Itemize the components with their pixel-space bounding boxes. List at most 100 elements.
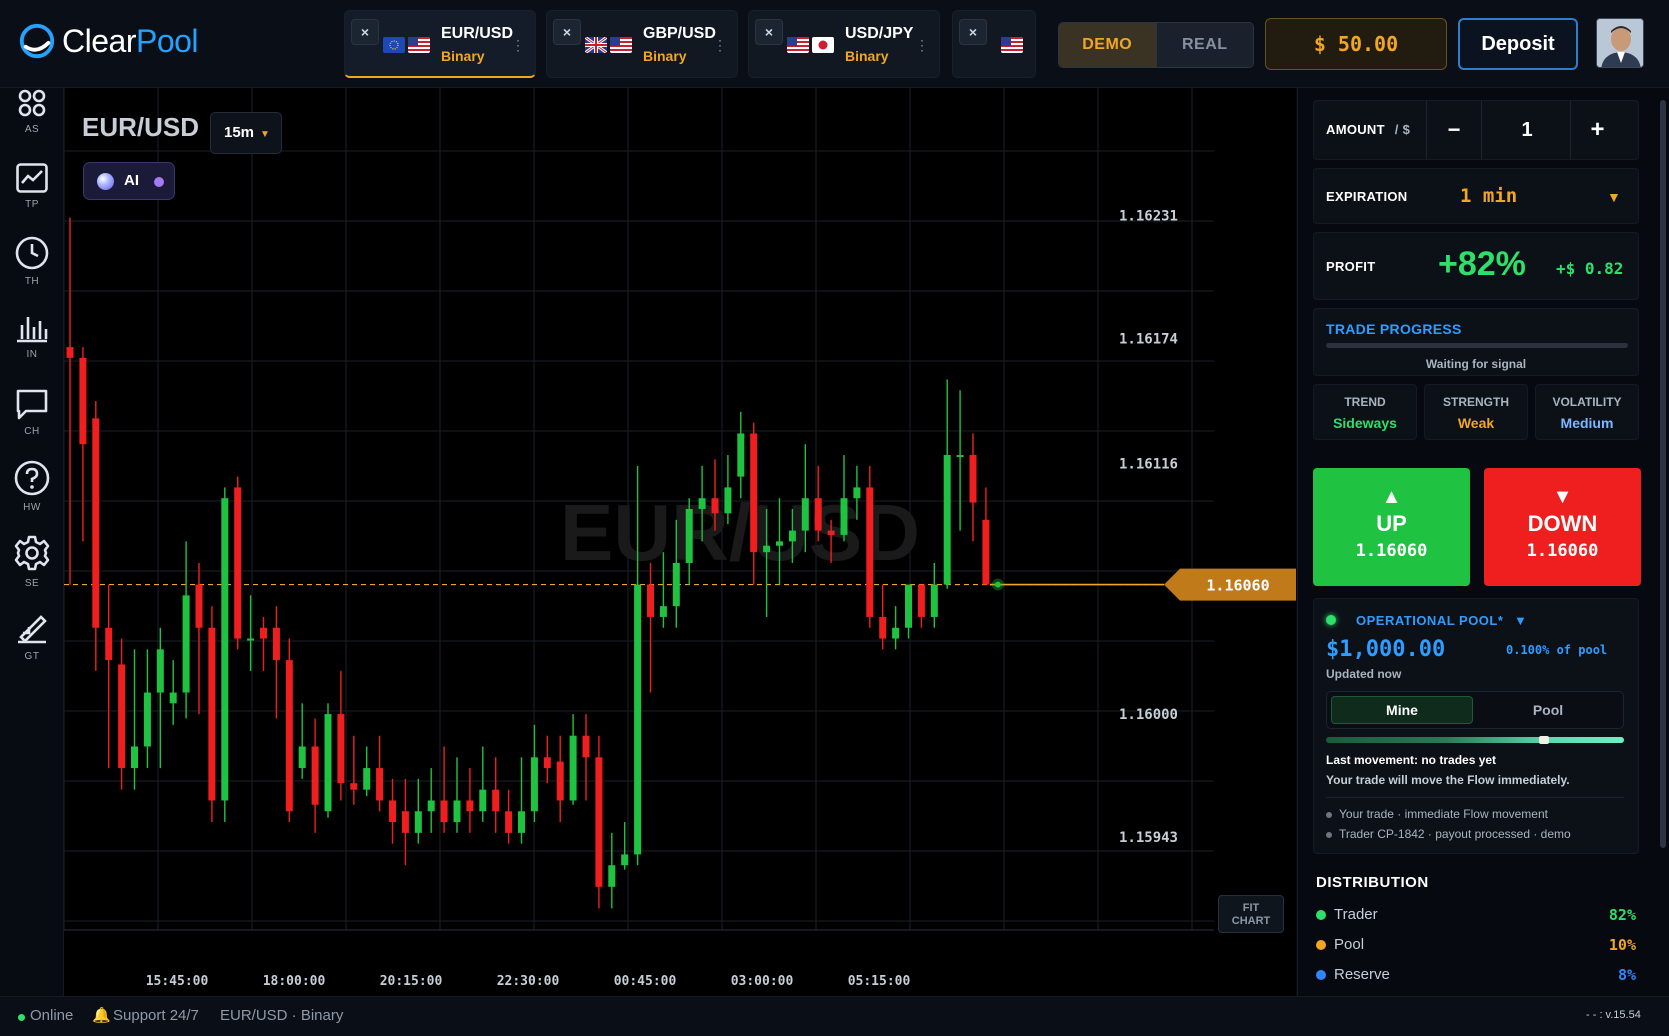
bullet-icon <box>1326 811 1332 818</box>
sidebar-item-how-it-works[interactable]: HW <box>0 460 64 533</box>
candle-up <box>905 584 912 628</box>
candle-up <box>221 498 229 801</box>
price-chart-area[interactable]: EUR/USD 1.16231 1.16174 1.16116 1.16000 1.159… <box>64 88 1296 996</box>
flow-bar <box>1326 736 1624 744</box>
expiration-value[interactable]: 1 min <box>1460 185 1517 207</box>
candle-up <box>763 545 771 553</box>
sidebar-item-trade-history[interactable]: TH <box>0 236 64 308</box>
trade-progress-status: Waiting for signal <box>1425 357 1527 371</box>
panel-scrollbar[interactable] <box>1660 100 1666 848</box>
timeframe-select[interactable]: 15m ▼ <box>210 112 282 154</box>
tab-eur-usd[interactable]: × EUR/USD Binary ⋮ <box>344 10 536 78</box>
candle-up <box>427 800 435 812</box>
tab-close-button[interactable]: × <box>351 19 379 45</box>
candle-up <box>634 584 642 855</box>
tab-menu-icon[interactable]: ⋮ <box>713 37 727 54</box>
tab-close-button[interactable]: × <box>959 19 987 45</box>
sidebar-label: GT <box>24 651 40 662</box>
tab-menu-icon[interactable]: ⋮ <box>915 37 929 54</box>
balance-display[interactable]: $ 50.00 <box>1265 18 1447 70</box>
down-button[interactable]: ▼ DOWN 1.16060 <box>1484 468 1641 586</box>
amount-decrease-button[interactable]: − <box>1426 101 1482 159</box>
x-tick-label: 22:30:00 <box>497 974 560 989</box>
expiration-box[interactable]: EXPIRATION 1 min ▼ <box>1313 168 1639 224</box>
pool-chevron-down-icon[interactable]: ▼ <box>1514 613 1527 628</box>
candle-up <box>453 800 461 823</box>
x-tick-label: 05:15:00 <box>848 974 911 989</box>
candle-up <box>608 865 616 887</box>
avatar[interactable] <box>1596 18 1644 68</box>
trade-progress-title: TRADE PROGRESS <box>1326 321 1462 337</box>
candle-up <box>776 541 783 546</box>
tab-close-button[interactable]: × <box>755 19 783 45</box>
x-tick-label: 18:00:00 <box>263 974 326 989</box>
ai-label: AI <box>124 172 139 189</box>
demo-mode-button[interactable]: DEMO <box>1059 23 1156 67</box>
arrow-down-icon: ▼ <box>1552 486 1573 508</box>
candle-down <box>285 660 293 812</box>
candle-down <box>582 735 590 758</box>
up-button[interactable]: ▲ UP 1.16060 <box>1313 468 1470 586</box>
eu-flag-icon <box>383 37 405 53</box>
app-root: ClearPool × EUR/USD Binary ⋮ × GBP/USD B… <box>0 0 1669 1036</box>
distribution-value: 10% <box>1608 936 1636 954</box>
x-tick-label: 20:15:00 <box>380 974 443 989</box>
pool-tab-pool[interactable]: Pool <box>1477 696 1619 724</box>
distribution-label: Reserve <box>1334 966 1390 983</box>
candle-up <box>414 811 422 833</box>
amount-input[interactable]: 1 <box>1484 101 1570 159</box>
profit-label: PROFIT <box>1326 259 1376 274</box>
trade-panel: AMOUNT / $ − 1 + EXPIRATION 1 min ▼ PROF… <box>1297 88 1669 996</box>
candle-up <box>943 455 951 585</box>
candle-up <box>143 692 151 747</box>
amount-increase-button[interactable]: + <box>1570 101 1624 159</box>
sidebar-item-settings[interactable]: SE <box>0 535 64 608</box>
candle-down <box>595 757 603 887</box>
clock-icon <box>15 236 49 270</box>
candle-down <box>543 757 551 769</box>
sidebar-item-trade-panel[interactable]: TP <box>0 163 64 233</box>
user-avatar-icon <box>1597 19 1643 67</box>
amount-label: AMOUNT / $ <box>1326 122 1410 137</box>
candle-up <box>892 627 900 639</box>
candlestick-chart[interactable]: EUR/USD 1.16231 1.16174 1.16116 1.16000 1.159… <box>64 88 1296 996</box>
candle-up <box>621 854 629 866</box>
support-link[interactable]: Support 24/7 <box>113 1007 199 1024</box>
sidebar-item-chat[interactable]: CH <box>0 388 64 458</box>
uk-flag-icon <box>585 37 607 53</box>
candle-up <box>672 562 680 607</box>
strength-indicator: STRENGTH Weak <box>1424 384 1528 440</box>
fit-chart-button[interactable]: FIT CHART <box>1218 895 1284 933</box>
amount-unit: / $ <box>1394 122 1411 137</box>
tab-partial[interactable]: × <box>952 10 1036 78</box>
assets-icon <box>18 89 46 117</box>
sidebar-label: HW <box>23 502 41 513</box>
sidebar-label: SE <box>24 578 40 589</box>
tab-close-button[interactable]: × <box>553 19 581 45</box>
real-mode-button[interactable]: REAL <box>1155 23 1253 67</box>
candle-up <box>569 735 577 801</box>
trend-chart-icon <box>16 163 48 193</box>
top-header: ClearPool × EUR/USD Binary ⋮ × GBP/USD B… <box>0 0 1669 88</box>
pool-tabs: Mine Pool <box>1326 691 1624 729</box>
timeframe-value: 15m <box>224 124 255 141</box>
candle-up <box>247 638 255 641</box>
tab-usd-jpy[interactable]: × USD/JPY Binary ⋮ <box>748 10 940 78</box>
indicator-label: STRENGTH <box>1443 395 1509 409</box>
deposit-button[interactable]: Deposit <box>1458 18 1578 70</box>
logo[interactable]: ClearPool <box>18 22 199 60</box>
candle-up <box>182 595 190 693</box>
fit-label: FIT <box>1242 902 1260 914</box>
sidebar-item-indicators[interactable]: IN <box>0 313 64 383</box>
pool-note: Your trade will move the Flow immediatel… <box>1326 773 1570 787</box>
sidebar-item-graphic-tools[interactable]: GT <box>0 613 64 683</box>
chevron-down-icon[interactable]: ▼ <box>1607 189 1621 205</box>
tab-gbp-usd[interactable]: × GBP/USD Binary ⋮ <box>546 10 738 78</box>
distribution-row: Reserve 8% <box>1316 966 1636 986</box>
chevron-down-icon: ▼ <box>260 129 270 140</box>
pool-tab-mine[interactable]: Mine <box>1331 696 1473 724</box>
amount-label-text: AMOUNT <box>1326 122 1385 137</box>
ai-button[interactable]: AI <box>83 162 175 200</box>
tab-menu-icon[interactable]: ⋮ <box>511 37 525 54</box>
sidebar-item-assets[interactable]: AS <box>0 88 64 158</box>
